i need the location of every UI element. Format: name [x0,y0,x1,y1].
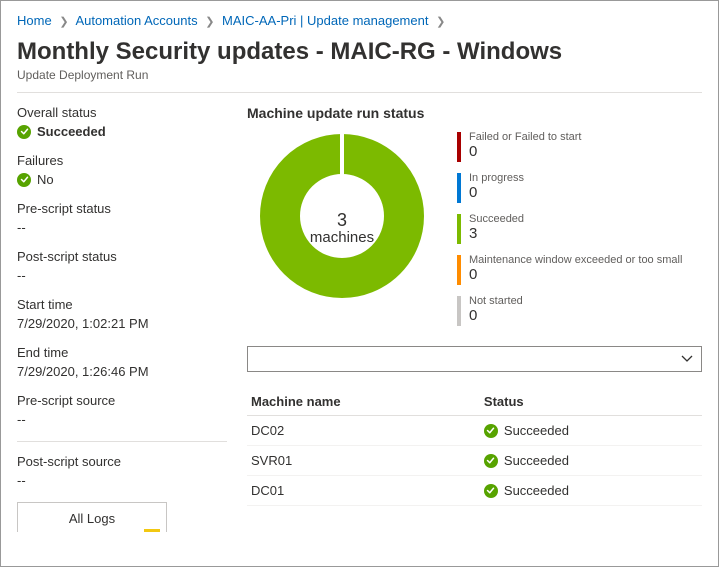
success-icon [484,424,498,438]
post-script-source-label: Post-script source [17,454,227,469]
breadcrumb-home[interactable]: Home [17,13,52,28]
overall-status-label: Overall status [17,105,227,120]
end-time-value: 7/29/2020, 1:26:46 PM [17,364,227,379]
page-subtitle: Update Deployment Run [17,68,702,82]
machine-run-status-heading: Machine update run status [247,105,702,121]
filter-dropdown[interactable] [247,346,702,372]
donut-center-label: machines [310,230,374,247]
breadcrumb-automation-accounts[interactable]: Automation Accounts [75,13,197,28]
post-script-status-value: -- [17,268,227,283]
success-icon [17,173,31,187]
table-row[interactable]: SVR01 Succeeded [247,446,702,476]
chevron-down-icon [681,353,693,365]
pre-script-status-value: -- [17,220,227,235]
failures-value: No [37,172,54,187]
donut-center-count: 3 [310,210,374,230]
machine-status-cell: Succeeded [504,423,569,438]
legend-label-notstarted: Not started [469,295,523,307]
tab-all-logs[interactable]: All Logs [17,502,167,532]
chart-legend: Failed or Failed to start 0 In progress … [457,131,702,326]
post-script-source-value: -- [17,473,227,488]
legend-value-failed: 0 [469,144,582,159]
legend-label-succeeded: Succeeded [469,213,524,225]
legend-value-inprogress: 0 [469,185,524,200]
summary-panel: Overall status Succeeded Failures No [17,105,247,532]
breadcrumb: Home ❯ Automation Accounts ❯ MAIC-AA-Pri… [17,9,702,36]
success-icon [484,484,498,498]
machine-name-cell: DC01 [247,476,480,506]
chevron-right-icon: ❯ [205,16,214,28]
machine-status-cell: Succeeded [504,453,569,468]
failures-label: Failures [17,153,227,168]
success-icon [484,454,498,468]
pre-script-source-label: Pre-script source [17,393,227,408]
overall-status-value: Succeeded [37,124,106,139]
legend-value-succeeded: 3 [469,226,524,241]
machine-name-cell: SVR01 [247,446,480,476]
col-status[interactable]: Status [480,388,702,416]
chevron-right-icon: ❯ [59,16,68,28]
chevron-right-icon: ❯ [436,16,445,28]
breadcrumb-update-management[interactable]: MAIC-AA-Pri | Update management [222,13,428,28]
col-machine-name[interactable]: Machine name [247,388,480,416]
pre-script-source-value: -- [17,412,227,427]
legend-label-failed: Failed or Failed to start [469,131,582,143]
legend-value-notstarted: 0 [469,308,523,323]
legend-label-maintenance: Maintenance window exceeded or too small [469,254,682,266]
machine-name-cell: DC02 [247,416,480,446]
legend-label-inprogress: In progress [469,172,524,184]
table-row[interactable]: DC01 Succeeded [247,476,702,506]
post-script-status-label: Post-script status [17,249,227,264]
table-row[interactable]: DC02 Succeeded [247,416,702,446]
start-time-value: 7/29/2020, 1:02:21 PM [17,316,227,331]
legend-color-maintenance [457,255,461,285]
end-time-label: End time [17,345,227,360]
machine-status-cell: Succeeded [504,483,569,498]
legend-color-succeeded [457,214,461,244]
legend-value-maintenance: 0 [469,267,682,282]
legend-color-inprogress [457,173,461,203]
success-icon [17,125,31,139]
legend-color-notstarted [457,296,461,326]
machines-table: Machine name Status DC02 Succeeded SVR01 [247,388,702,506]
page-title: Monthly Security updates - MAIC-RG - Win… [17,38,702,66]
legend-color-failed [457,132,461,162]
pre-script-status-label: Pre-script status [17,201,227,216]
start-time-label: Start time [17,297,227,312]
donut-chart: 3 machines [247,131,437,326]
